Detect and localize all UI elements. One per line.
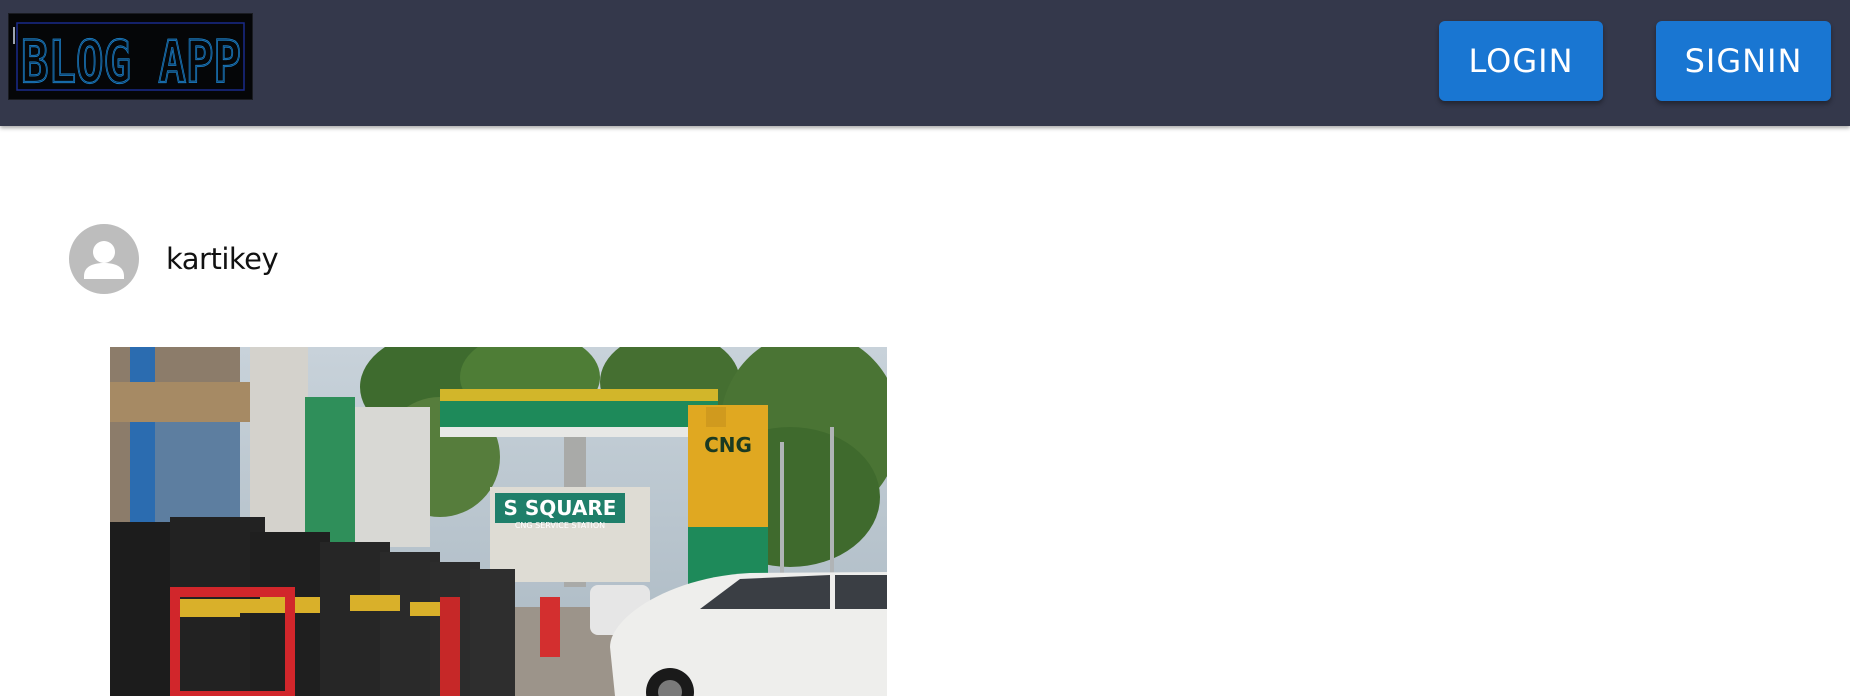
author-name: kartikey <box>166 242 279 276</box>
person-icon <box>84 241 124 279</box>
top-navbar: BLOG APP BLOG APP LOGIN SIGNIN <box>0 0 1850 126</box>
avatar[interactable] <box>69 224 139 294</box>
signin-button[interactable]: SIGNIN <box>1656 21 1831 101</box>
pylon-text: CNG <box>704 433 752 457</box>
cars <box>590 572 887 696</box>
blog-app-logo[interactable]: BLOG APP BLOG APP <box>8 13 253 100</box>
login-button[interactable]: LOGIN <box>1439 21 1603 101</box>
logo-graphic: BLOG APP BLOG APP <box>13 22 245 97</box>
post-image: S SQUARE CNG SERVICE STATION CNG <box>110 347 887 696</box>
cng-station-photo: S SQUARE CNG SERVICE STATION CNG <box>110 347 887 696</box>
station-subtitle: CNG SERVICE STATION <box>515 521 605 530</box>
logo-text-inner: BLOG APP <box>21 28 241 96</box>
post-author-header: kartikey <box>69 224 279 294</box>
station-sign: S SQUARE <box>504 496 617 520</box>
